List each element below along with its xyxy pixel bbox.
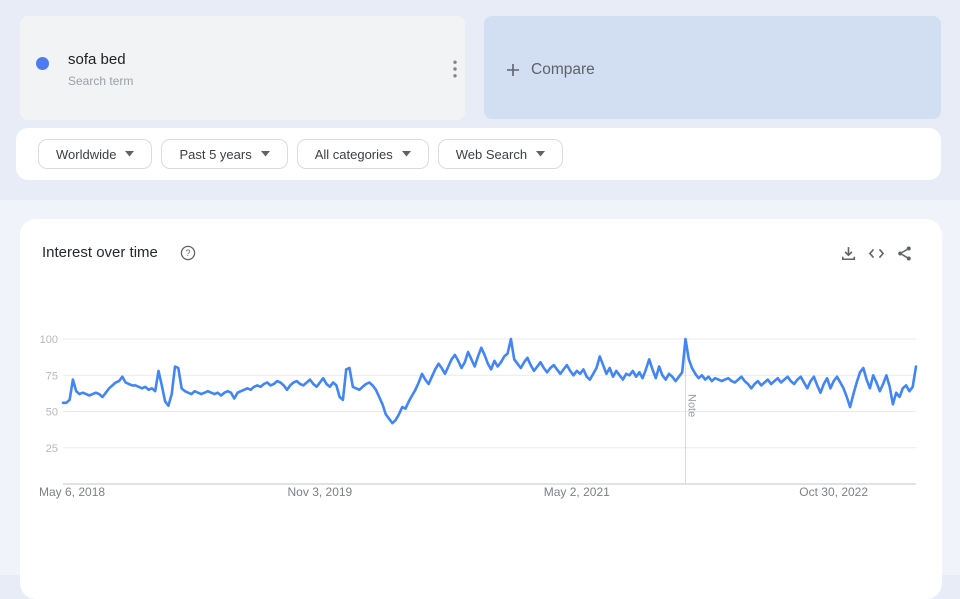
x-tick-label: Nov 3, 2019: [288, 485, 353, 499]
help-icon[interactable]: ?: [180, 245, 196, 261]
x-tick-label: Oct 30, 2022: [799, 485, 868, 499]
trend-line[interactable]: [63, 339, 916, 423]
interest-chart[interactable]: 25 50 75 100 Note May 6, 2018 Nov 3, 2019 May 2…: [20, 300, 942, 575]
y-tick-label: 50: [46, 407, 58, 419]
search-term-card[interactable]: sofa bed Search term: [20, 16, 465, 120]
filter-time-label: Past 5 years: [179, 147, 251, 162]
chevron-down-icon: [261, 151, 270, 157]
filter-time-dropdown[interactable]: Past 5 years: [161, 139, 287, 169]
chevron-down-icon: [536, 151, 545, 157]
download-icon[interactable]: [840, 245, 857, 262]
filter-property-label: Web Search: [456, 147, 527, 162]
y-tick-label: 25: [46, 443, 58, 455]
svg-text:?: ?: [185, 248, 190, 258]
embed-icon[interactable]: [868, 245, 885, 262]
share-icon[interactable]: [896, 245, 913, 262]
chevron-down-icon: [402, 151, 411, 157]
filter-bar: Worldwide Past 5 years All categories We…: [16, 128, 941, 180]
filter-category-dropdown[interactable]: All categories: [297, 139, 429, 169]
filter-category-label: All categories: [315, 147, 393, 162]
chart-action-bar: [840, 245, 913, 262]
series-color-dot: [36, 57, 49, 70]
filter-geo-dropdown[interactable]: Worldwide: [38, 139, 152, 169]
filter-pill-row: Worldwide Past 5 years All categories We…: [38, 139, 563, 169]
x-tick-label: May 6, 2018: [39, 485, 105, 499]
y-tick-label: 100: [40, 334, 58, 346]
search-term-type: Search term: [68, 74, 133, 88]
chevron-down-icon: [125, 151, 134, 157]
plus-icon: [505, 62, 521, 78]
search-term-label: sofa bed: [68, 51, 126, 68]
x-tick-label: May 2, 2021: [544, 485, 610, 499]
note-marker-label[interactable]: Note: [685, 394, 697, 417]
y-tick-label: 75: [46, 370, 58, 382]
filter-property-dropdown[interactable]: Web Search: [438, 139, 563, 169]
add-comparison-card[interactable]: Compare: [484, 16, 941, 119]
chart-title: Interest over time: [42, 244, 158, 261]
filter-geo-label: Worldwide: [56, 147, 116, 162]
kebab-menu-icon[interactable]: [448, 56, 462, 82]
interest-over-time-card: Interest over time ? 255075100NoteMay: [20, 219, 942, 599]
compare-label: Compare: [531, 61, 595, 79]
